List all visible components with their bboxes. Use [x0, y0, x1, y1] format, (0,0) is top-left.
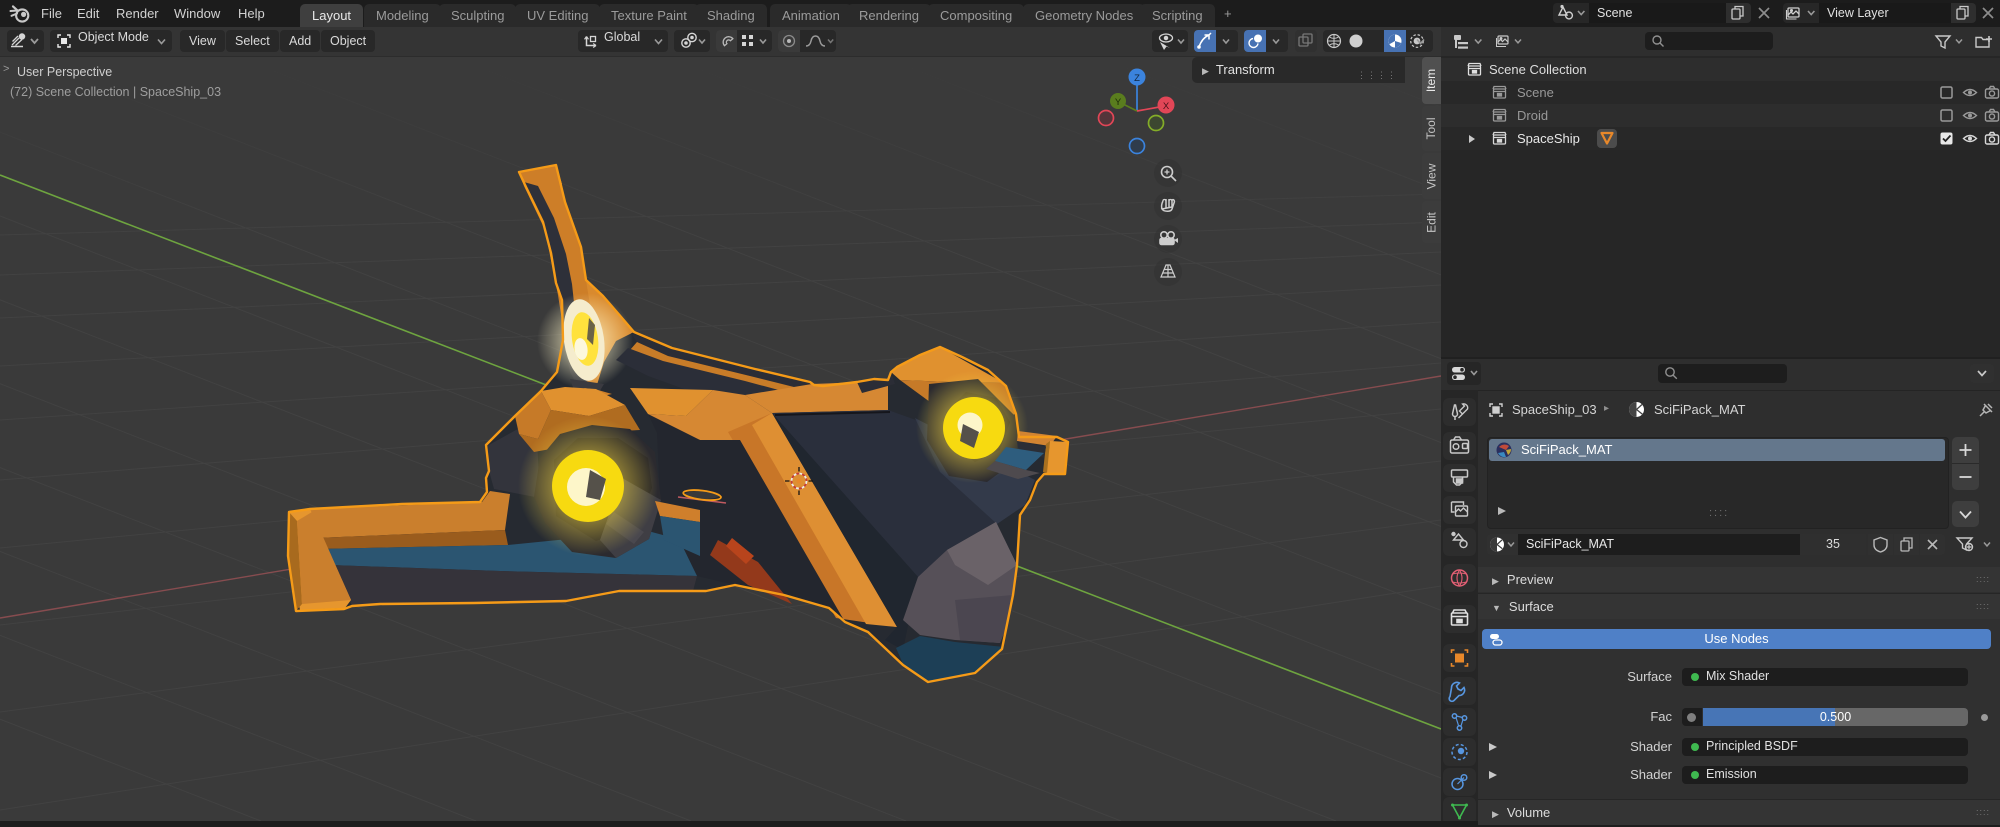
svg-text:Y: Y — [1115, 97, 1122, 108]
svg-text:Z: Z — [1134, 73, 1140, 84]
svg-text:X: X — [1163, 101, 1170, 112]
